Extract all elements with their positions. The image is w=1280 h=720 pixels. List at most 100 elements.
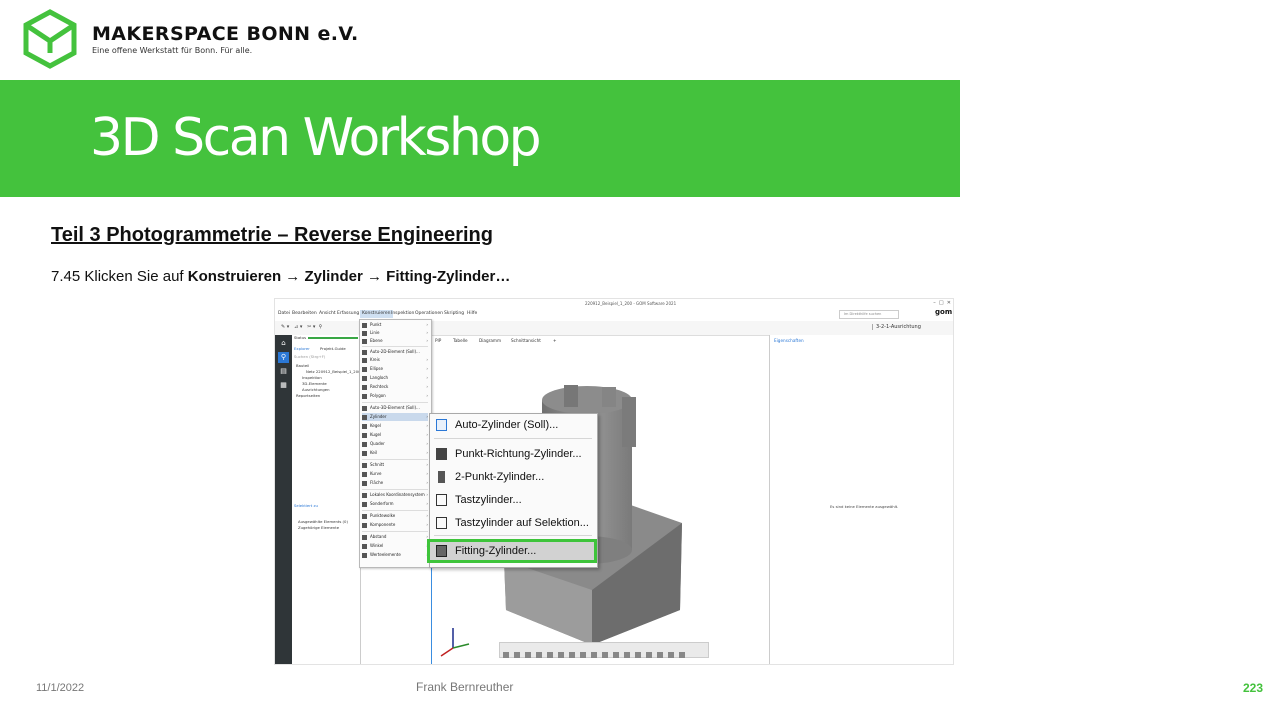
view-tool-icon[interactable] (613, 652, 619, 658)
menu-inspektion[interactable]: Inspektion (391, 311, 414, 316)
menu-item-koordinatensystem[interactable]: Lokales Koordinatensystem › (362, 491, 428, 499)
menu-item-flaeche[interactable]: Fläche › (362, 479, 428, 487)
menu-ansicht[interactable]: Ansicht (319, 311, 336, 316)
menu-item-punktewolke[interactable]: Punktewolke › (362, 512, 428, 520)
menu-item-schnitt[interactable]: Schnitt › (362, 461, 428, 469)
submenu-fitting-zylinder[interactable]: Fitting-Zylinder... (436, 542, 536, 560)
submenu-tastzylinder[interactable]: Tastzylinder... (436, 491, 522, 509)
menu-item-auto-3d[interactable]: Auto-3D-Element (Soll)... (362, 404, 428, 412)
report-icon[interactable]: ▤ (278, 366, 289, 377)
tree-item[interactable]: 3D-Elemente (302, 381, 327, 386)
view-tool-icon[interactable] (514, 652, 520, 658)
menu-bearbeiten[interactable]: Bearbeiten (292, 311, 317, 316)
add-tab-icon[interactable]: + (553, 338, 557, 343)
view-tool-icon[interactable] (635, 652, 641, 658)
menu-item-zylinder[interactable]: Zylinder › (362, 413, 428, 421)
menu-item-sonderform[interactable]: Sonderform › (362, 500, 428, 508)
view-tool-icon[interactable] (503, 652, 509, 658)
status-label: Status (294, 335, 307, 340)
selected-item[interactable]: Zugehörige Elemente (298, 525, 339, 530)
menu-konstruieren[interactable]: Konstruieren (360, 310, 393, 318)
menu-item-ellipse[interactable]: Ellipse › (362, 365, 428, 373)
search-icon[interactable]: ⚲ (278, 352, 289, 363)
instruction-step-3: Fitting-Zylinder… (386, 268, 511, 285)
tab-eigenschaften[interactable]: Eigenschaften (774, 338, 804, 343)
tab-explorer[interactable]: Explorer (294, 346, 310, 351)
tab-schnittansicht[interactable]: Schnittansicht (511, 338, 541, 343)
menu-item-komponente[interactable]: Komponente › (362, 521, 428, 529)
menu-item-punkt[interactable]: Punkt › (362, 321, 428, 329)
toolbar-icons[interactable]: ✎ ▾ ⊿ ▾ ✂ ▾ ⚲ (281, 324, 322, 330)
view-tool-icon[interactable] (569, 652, 575, 658)
submenu-2-punkt-zylinder[interactable]: 2-Punkt-Zylinder... (436, 468, 544, 486)
selected-item[interactable]: Ausgewählte Elements (0) (298, 519, 348, 524)
view-tool-icon[interactable] (558, 652, 564, 658)
tab-projekt-guide[interactable]: Projekt-Guide (320, 346, 346, 351)
alignment-select[interactable]: 3-2-1-Ausrichtung (872, 324, 921, 330)
tree-item[interactable]: Inspektion (302, 375, 322, 380)
view-tool-icon[interactable] (525, 652, 531, 658)
menu-erfassung[interactable]: Erfassung (337, 311, 359, 316)
instruction-text: 7.45 Klicken Sie auf Konstruieren → Zyli… (51, 268, 510, 285)
view-tool-icon[interactable] (536, 652, 542, 658)
instruction-step-1: Konstruieren (187, 268, 282, 285)
menu-hilfe[interactable]: Hilfe (467, 311, 477, 316)
menu-item-kreis[interactable]: Kreis › (362, 356, 428, 364)
tab-diagramm[interactable]: Diagramm (479, 338, 501, 343)
menu-item-abstand[interactable]: Abstand › (362, 533, 428, 541)
distance-icon (362, 534, 367, 540)
menu-datei[interactable]: Datei (278, 311, 290, 316)
slot-icon (362, 375, 367, 381)
view-tool-icon[interactable] (591, 652, 597, 658)
menu-item-rechteck[interactable]: Rechteck › (362, 383, 428, 391)
menu-item-ebene[interactable]: Ebene › (362, 337, 428, 345)
properties-panel: Eigenschaften Es sind keine Elemente aus… (769, 335, 953, 664)
footer-date: 11/1/2022 (36, 682, 85, 694)
tree-item[interactable]: Reportseiten (296, 393, 320, 398)
menu-item-keil[interactable]: Keil › (362, 449, 428, 457)
menu-item-winkel[interactable]: Winkel› (362, 542, 428, 550)
menu-item-kugel[interactable]: Kugel › (362, 431, 428, 439)
window-title: 220912_Beispiel_1_200 - GOM Software 202… (585, 301, 677, 306)
cone-icon (362, 423, 367, 429)
slide-title: 3D Scan Workshop (90, 108, 542, 168)
fitting-cylinder-icon (436, 545, 447, 558)
view-tool-icon[interactable] (580, 652, 586, 658)
view-tool-icon[interactable] (646, 652, 652, 658)
tab-pip[interactable]: PIP (435, 338, 441, 343)
help-search-input[interactable]: Im Direkthilfe suchen (839, 310, 899, 319)
tree-item[interactable]: Netz 220912_Beispiel_1_200 (306, 369, 361, 374)
menu-item-werteelemente[interactable]: Werteelemente› (362, 551, 428, 559)
sphere-icon (362, 432, 367, 438)
arrow-right-icon: → (367, 268, 382, 285)
view-tool-icon[interactable] (657, 652, 663, 658)
submenu-punkt-richtung-zylinder[interactable]: Punkt-Richtung-Zylinder... (436, 445, 582, 463)
grid-icon[interactable]: ▦ (278, 380, 289, 391)
submenu-tastzylinder-selektion[interactable]: Tastzylinder auf Selektion... (436, 514, 589, 532)
wedge-icon (362, 450, 367, 456)
menu-skripting[interactable]: Skripting (444, 311, 464, 316)
menu-item-kurve[interactable]: Kurve › (362, 470, 428, 478)
page-number: 223 (1243, 681, 1264, 695)
view-tool-icon[interactable] (668, 652, 674, 658)
menu-item-kegel[interactable]: Kegel › (362, 422, 428, 430)
menu-item-auto-2d[interactable]: Auto-2D-Element (Soll)... (362, 348, 428, 356)
point-icon (362, 322, 367, 328)
view-tool-icon[interactable] (624, 652, 630, 658)
tree-item[interactable]: Bauteil (296, 363, 309, 368)
view-tool-icon[interactable] (679, 652, 685, 658)
explorer-search-input[interactable]: Suchen (Strg+F) (294, 354, 325, 359)
view-tool-icon[interactable] (602, 652, 608, 658)
menu-item-langloch[interactable]: Langloch › (362, 374, 428, 382)
menu-item-polygon[interactable]: Polygon › (362, 392, 428, 400)
tree-item[interactable]: Ausrichtungen (302, 387, 330, 392)
home-icon[interactable]: ⌂ (278, 338, 289, 349)
menu-operationen[interactable]: Operationen (415, 311, 443, 316)
menu-item-linie[interactable]: Linie › (362, 329, 428, 337)
window-controls-icon[interactable]: – □ ✕ (933, 300, 951, 306)
tab-selected[interactable]: Selektiert zu (294, 503, 318, 508)
view-tool-icon[interactable] (547, 652, 553, 658)
menu-item-quader[interactable]: Quader › (362, 440, 428, 448)
submenu-auto-zylinder[interactable]: Auto-Zylinder (Soll)... (436, 416, 558, 434)
tab-tabelle[interactable]: Tabelle (453, 338, 468, 343)
